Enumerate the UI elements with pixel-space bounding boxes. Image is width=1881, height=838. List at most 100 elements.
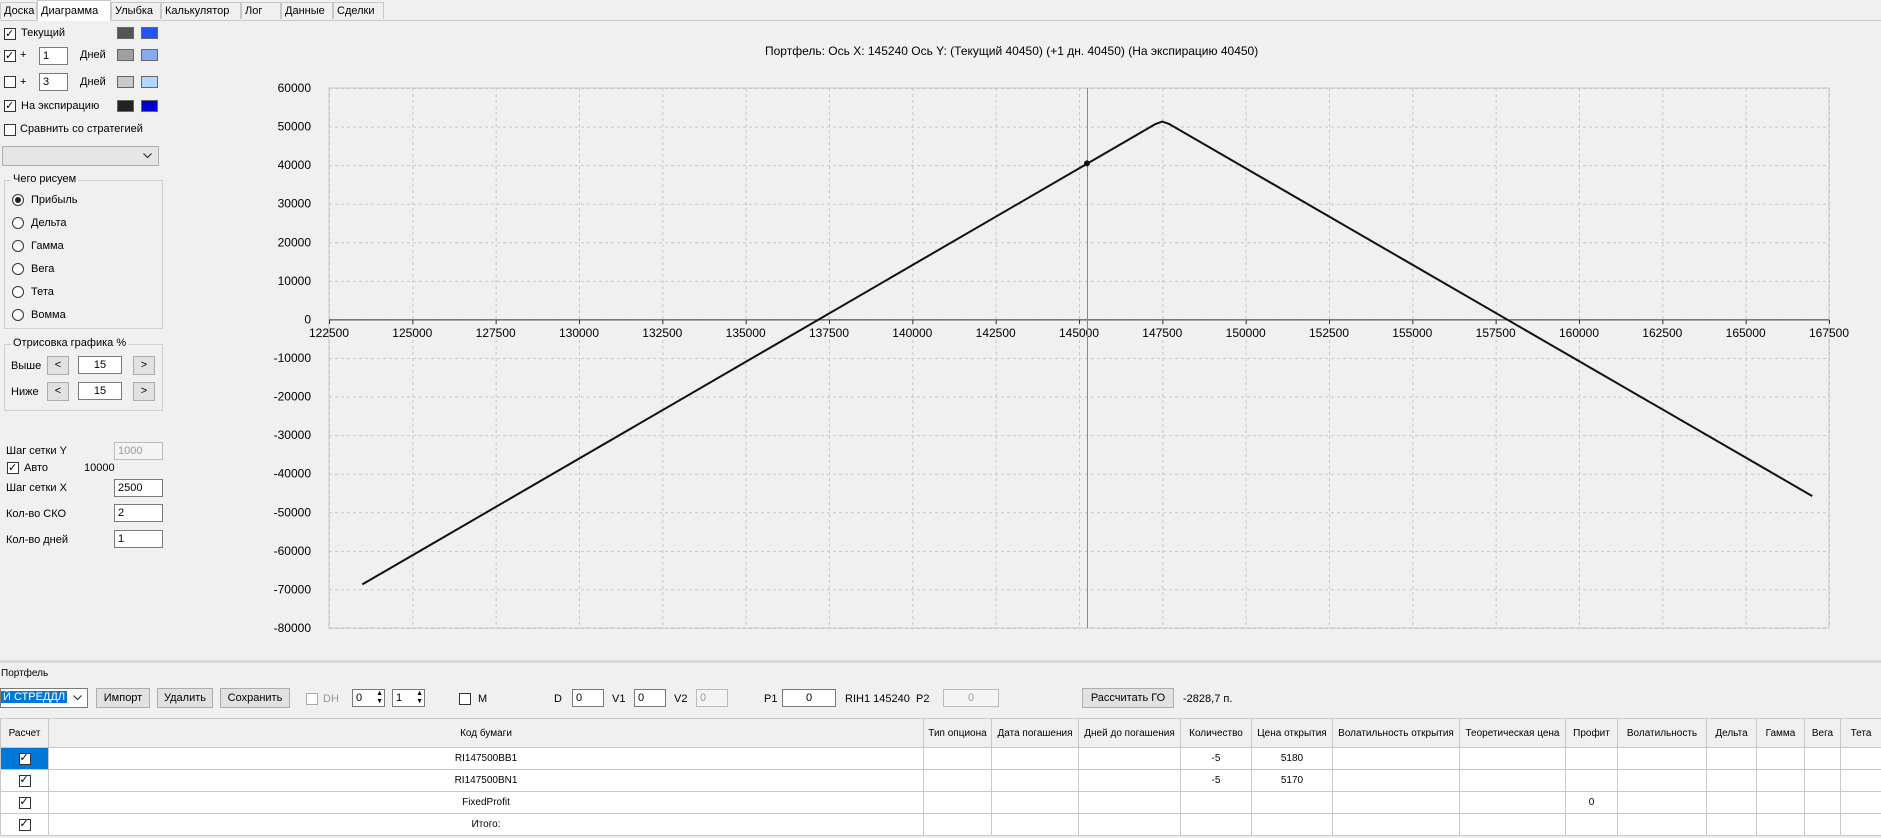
calc-checkbox[interactable] — [18, 752, 31, 765]
y-tick-label: -10000 — [274, 351, 312, 365]
vega-cell — [1804, 813, 1841, 836]
x-tick-label: 150000 — [1226, 326, 1266, 340]
x-tick-label: 142500 — [976, 326, 1016, 340]
col-header-days-to-expiry[interactable]: Дней до погашения — [1078, 718, 1181, 748]
option-type-cell — [923, 747, 992, 770]
col-header-quantity[interactable]: Количество — [1180, 718, 1252, 748]
option-type-cell — [923, 791, 992, 814]
y-tick-label: -50000 — [274, 505, 312, 519]
p2-label: P2 — [916, 693, 930, 705]
profit-cell — [1565, 747, 1618, 770]
table-row[interactable]: RI147500BN1 -5 5170 — [0, 769, 1881, 792]
col-header-gamma[interactable]: Гамма — [1756, 718, 1805, 748]
y-tick-label: 50000 — [278, 120, 312, 134]
col-header-vega[interactable]: Вега — [1804, 718, 1841, 748]
delete-button[interactable]: Удалить — [157, 688, 213, 708]
v1-label: V1 — [612, 693, 626, 705]
y-tick-label: -80000 — [274, 621, 312, 635]
tab-log[interactable]: Лог — [241, 2, 281, 19]
expiry-date-cell — [991, 747, 1079, 770]
spinner-arrows-icon[interactable]: ▲ ▼ — [416, 690, 423, 706]
tab-calculator[interactable]: Калькулятор — [161, 2, 241, 19]
x-tick-label: 125000 — [392, 326, 432, 340]
days-to-expiry-cell — [1078, 813, 1181, 836]
y-tick-label: 60000 — [278, 81, 312, 95]
y-tick-label: 0 — [304, 312, 311, 326]
col-header-code[interactable]: Код бумаги — [48, 718, 924, 748]
dh-spinner-1[interactable]: 0 ▲ ▼ — [352, 689, 385, 707]
instrument-text: RIH1 145240 — [845, 693, 910, 705]
calc-checkbox[interactable] — [18, 796, 31, 809]
table-row[interactable]: Итого: — [0, 813, 1881, 836]
strategy-select[interactable]: Й СТРЕДДЛ — [0, 688, 88, 708]
code-cell: RI147500BB1 — [48, 747, 924, 770]
col-header-theta[interactable]: Тета — [1840, 718, 1881, 748]
tab-smile[interactable]: Улыбка — [111, 2, 161, 19]
expiry-date-cell — [991, 769, 1079, 792]
col-header-expiry-date[interactable]: Дата погашения — [991, 718, 1079, 748]
x-tick-label: 145000 — [1059, 326, 1099, 340]
col-header-calc[interactable]: Расчет — [0, 718, 49, 748]
d-label: D — [554, 693, 562, 705]
panel-splitter[interactable] — [0, 660, 1881, 663]
quantity-cell: -5 — [1180, 769, 1252, 792]
open-volatility-cell — [1332, 791, 1460, 814]
spinner-arrows-icon[interactable]: ▲ ▼ — [376, 690, 383, 706]
dh-label: DH — [323, 693, 339, 705]
tab-strip: Доска Диаграмма Улыбка Калькулятор Лог Д… — [0, 0, 1881, 21]
dh-spinner-2-value: 1 — [396, 692, 403, 704]
p2-input[interactable]: 0 — [943, 689, 999, 707]
dh-checkbox[interactable] — [306, 693, 318, 705]
dh-spinner-2[interactable]: 1 ▲ ▼ — [392, 689, 425, 707]
code-cell: FixedProfit — [48, 791, 924, 814]
y-tick-label: -70000 — [274, 582, 312, 596]
col-header-open-volatility[interactable]: Волатильность открытия — [1332, 718, 1460, 748]
expiry-date-cell — [991, 813, 1079, 836]
open-volatility-cell — [1332, 769, 1460, 792]
col-header-delta[interactable]: Дельта — [1706, 718, 1757, 748]
col-header-volatility[interactable]: Волатильность — [1617, 718, 1707, 748]
tab-diagram[interactable]: Диаграмма — [37, 0, 111, 21]
p1-input[interactable]: 0 — [782, 689, 836, 707]
table-row[interactable]: FixedProfit 0 — [0, 791, 1881, 814]
col-header-profit[interactable]: Профит — [1565, 718, 1618, 748]
table-row[interactable]: RI147500BB1 -5 5180 — [0, 747, 1881, 770]
p1-label: P1 — [764, 693, 778, 705]
calc-cell[interactable] — [0, 791, 49, 814]
vega-cell — [1804, 769, 1841, 792]
profit-chart[interactable]: 122500 125000 127500 130000 132500 135000 1375… — [0, 20, 1881, 660]
tab-board[interactable]: Доска — [0, 2, 37, 19]
theoretical-price-cell — [1459, 813, 1566, 836]
tab-deals[interactable]: Сделки — [333, 2, 384, 19]
d-input[interactable]: 0 — [572, 689, 604, 707]
theta-cell — [1840, 813, 1881, 836]
table-header-row: Расчет Код бумаги Тип опциона Дата погаш… — [0, 718, 1881, 748]
open-price-cell — [1251, 813, 1333, 836]
calc-cell[interactable] — [0, 813, 49, 836]
tab-data[interactable]: Данные — [281, 2, 333, 19]
calc-cell[interactable] — [0, 747, 49, 770]
calc-checkbox[interactable] — [18, 774, 31, 787]
m-checkbox[interactable] — [459, 693, 471, 705]
calc-checkbox[interactable] — [18, 818, 31, 831]
quantity-cell — [1180, 813, 1252, 836]
option-type-cell — [923, 813, 992, 836]
calc-cell[interactable] — [0, 769, 49, 792]
x-tick-label: 130000 — [559, 326, 599, 340]
calculate-margin-button[interactable]: Рассчитать ГО — [1082, 688, 1174, 708]
save-button[interactable]: Сохранить — [220, 688, 290, 708]
delta-cell — [1706, 813, 1757, 836]
vega-cell — [1804, 791, 1841, 814]
x-tick-label: 140000 — [892, 326, 932, 340]
v2-input[interactable]: 0 — [696, 689, 728, 707]
import-button[interactable]: Импорт — [96, 688, 150, 708]
v1-input[interactable]: 0 — [634, 689, 666, 707]
col-header-open-price[interactable]: Цена открытия — [1251, 718, 1333, 748]
col-header-option-type[interactable]: Тип опциона — [923, 718, 992, 748]
volatility-cell — [1617, 769, 1707, 792]
volatility-cell — [1617, 791, 1707, 814]
x-tick-label: 162500 — [1642, 326, 1682, 340]
col-header-theoretical-price[interactable]: Теоретическая цена — [1459, 718, 1566, 748]
volatility-cell — [1617, 813, 1707, 836]
dh-spinner-1-value: 0 — [356, 692, 363, 704]
